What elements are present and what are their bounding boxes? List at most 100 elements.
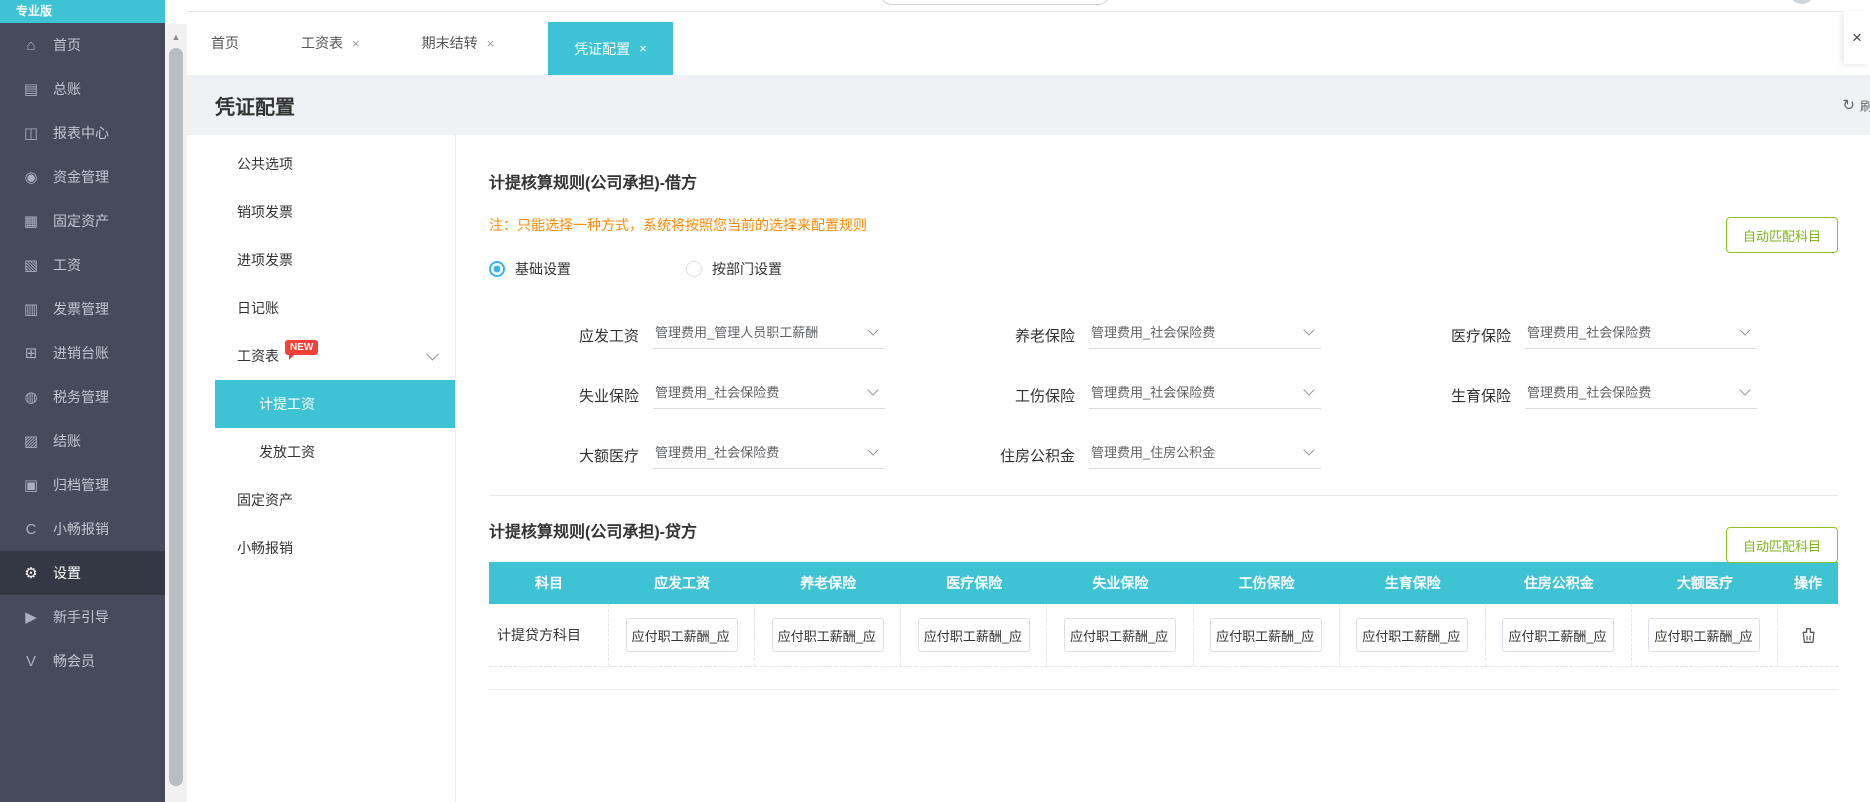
submenu-item[interactable]: 进项发票: [187, 236, 455, 284]
sidebar-item[interactable]: ▤ 总账: [0, 67, 165, 111]
account-select[interactable]: 管理费用_社会保险费: [1525, 322, 1757, 349]
avatar[interactable]: [1788, 0, 1815, 4]
sidebar-item-label: 归档管理: [53, 477, 109, 493]
table-cell: [1632, 604, 1778, 666]
close-icon: ×: [1852, 27, 1862, 47]
submenu-item-label: 发放工资: [259, 444, 315, 460]
close-icon[interactable]: ×: [487, 36, 495, 51]
account-input[interactable]: [917, 618, 1030, 652]
sidebar-scrollbar[interactable]: ▲: [165, 0, 187, 802]
account-select[interactable]: 管理费用_住房公积金: [1089, 442, 1321, 469]
submenu-item[interactable]: 发放工资: [187, 428, 455, 476]
sidebar-item[interactable]: ▥ 发票管理: [0, 287, 165, 331]
account-input[interactable]: [1356, 618, 1469, 652]
auto-match-button-debit[interactable]: 自动匹配科目: [1725, 217, 1838, 253]
settings-submenu: 公共选项 销项发票 进项发票 日记账 工资表 NEW 计提工资 发放工资 固定资…: [187, 135, 456, 802]
reimburse-icon: C: [25, 520, 37, 538]
close-all-tabs-button[interactable]: ×: [1844, 11, 1870, 64]
account-select[interactable]: 管理费用_社会保险费: [1089, 382, 1321, 409]
column-header: 失业保险: [1092, 575, 1149, 591]
scrollbar-track[interactable]: ▲: [165, 24, 187, 802]
account-input[interactable]: [625, 618, 738, 652]
scroll-up-icon[interactable]: ▲: [165, 32, 187, 42]
clear-brush-icon[interactable]: [1800, 627, 1817, 644]
rule-field: 住房公积金 管理费用_住房公积金: [925, 425, 1321, 485]
account-select-value: 管理费用_社会保险费: [1091, 324, 1216, 340]
home-icon: ⌂: [26, 36, 36, 54]
account-input[interactable]: [1210, 618, 1323, 652]
scrollbar-thumb[interactable]: [169, 48, 183, 786]
sidebar-item[interactable]: ⊞ 进销台账: [0, 331, 165, 375]
radio-option[interactable]: 按部门设置: [686, 259, 782, 279]
radio-option[interactable]: 基础设置: [489, 259, 571, 279]
submenu-item[interactable]: 计提工资: [215, 380, 455, 428]
sidebar-item[interactable]: V 畅会员: [0, 639, 165, 683]
tab[interactable]: 凭证配置 ×: [548, 22, 673, 75]
sidebar-item-label: 畅会员: [53, 653, 95, 669]
sidebar-item[interactable]: ⌂ 首页: [0, 23, 165, 67]
sidebar-item[interactable]: ◉ 资金管理: [0, 155, 165, 199]
auto-match-button-credit[interactable]: 自动匹配科目: [1725, 527, 1838, 563]
column-header-subject: 科目: [535, 575, 563, 591]
tab[interactable]: 工资表 ×: [293, 11, 368, 75]
sidebar-item[interactable]: ◍ 税务管理: [0, 375, 165, 419]
account-select[interactable]: 管理费用_社会保险费: [1089, 322, 1321, 349]
account-select[interactable]: 管理费用_管理人员职工薪酬: [653, 322, 885, 349]
submenu-item-label: 工资表: [237, 348, 279, 364]
account-select[interactable]: 管理费用_社会保险费: [1525, 382, 1757, 409]
refresh-button[interactable]: ↻ 刷新: [1842, 75, 1870, 135]
field-label: 应发工资: [578, 327, 639, 345]
chevron-down-icon[interactable]: [426, 347, 439, 361]
account-input[interactable]: [1063, 618, 1176, 652]
sidebar-item[interactable]: ◫ 报表中心: [0, 111, 165, 155]
submenu-item[interactable]: 工资表 NEW: [187, 332, 455, 380]
account-input[interactable]: [771, 618, 884, 652]
sidebar-item[interactable]: ▦ 固定资产: [0, 199, 165, 243]
sidebar-item-label: 总账: [53, 81, 81, 97]
close-icon[interactable]: ×: [639, 41, 647, 56]
radio-icon[interactable]: [489, 261, 505, 277]
chevron-down-icon: [1303, 443, 1315, 456]
account-select-value: 管理费用_社会保险费: [655, 444, 780, 460]
submenu-item[interactable]: 固定资产: [187, 476, 455, 524]
sidebar-item-label: 设置: [53, 565, 81, 581]
account-select[interactable]: 管理费用_社会保险费: [653, 442, 885, 469]
sidebar-item[interactable]: C 小畅报销: [0, 507, 165, 551]
account-select-value: 管理费用_社会保险费: [1527, 324, 1652, 340]
tab[interactable]: 期末结转 ×: [414, 11, 503, 75]
clipped-search-box[interactable]: [880, 0, 1110, 5]
sidebar-item[interactable]: ▶ 新手引导: [0, 595, 165, 639]
support-link[interactable]: 人工咨询: [1712, 0, 1764, 1]
tab-label: 首页: [211, 35, 239, 51]
action-cell[interactable]: [1778, 604, 1838, 666]
user-name[interactable]: 徐洋平: [1823, 0, 1862, 1]
account-input[interactable]: [1502, 618, 1615, 652]
sidebar-item-label: 报表中心: [53, 125, 109, 141]
sidebar-item[interactable]: ▨ 结账: [0, 419, 165, 463]
account-input[interactable]: [1648, 618, 1761, 652]
page-header: 凭证配置 ↻ 刷新: [187, 75, 1870, 135]
chevron-down-icon: [1739, 383, 1751, 396]
funds-icon: ◉: [24, 169, 38, 186]
radio-icon[interactable]: [686, 261, 702, 277]
sidebar-item[interactable]: ▧ 工资: [0, 243, 165, 287]
credit-rule-table: 科目 应发工资 养老保险 医疗保险 失业保险 工伤保险 生育保险 住房公积金 大…: [489, 562, 1838, 667]
sidebar-item[interactable]: ⚙ 设置: [0, 551, 165, 595]
tab[interactable]: 首页: [203, 11, 247, 75]
invoice-icon: ▥: [23, 301, 39, 318]
submenu-item[interactable]: 日记账: [187, 284, 455, 332]
close-icon[interactable]: ×: [352, 36, 360, 51]
sidebar-item-label: 结账: [53, 433, 81, 449]
table-cell: [609, 604, 756, 666]
account-select[interactable]: 管理费用_社会保险费: [653, 382, 885, 409]
sidebar-item[interactable]: ▣ 归档管理: [0, 463, 165, 507]
submenu-item[interactable]: 销项发票: [187, 188, 455, 236]
column-header: 医疗保险: [946, 575, 1003, 591]
submenu-item[interactable]: 小畅报销: [187, 524, 455, 572]
debit-section-title: 计提核算规则(公司承担)-借方: [489, 175, 697, 192]
field-label: 生育保险: [1450, 387, 1511, 405]
tax-icon: ◍: [24, 389, 38, 406]
submenu-item[interactable]: 公共选项: [187, 140, 455, 188]
radio-label: 按部门设置: [712, 261, 782, 277]
column-header: 大额医疗: [1676, 575, 1733, 591]
